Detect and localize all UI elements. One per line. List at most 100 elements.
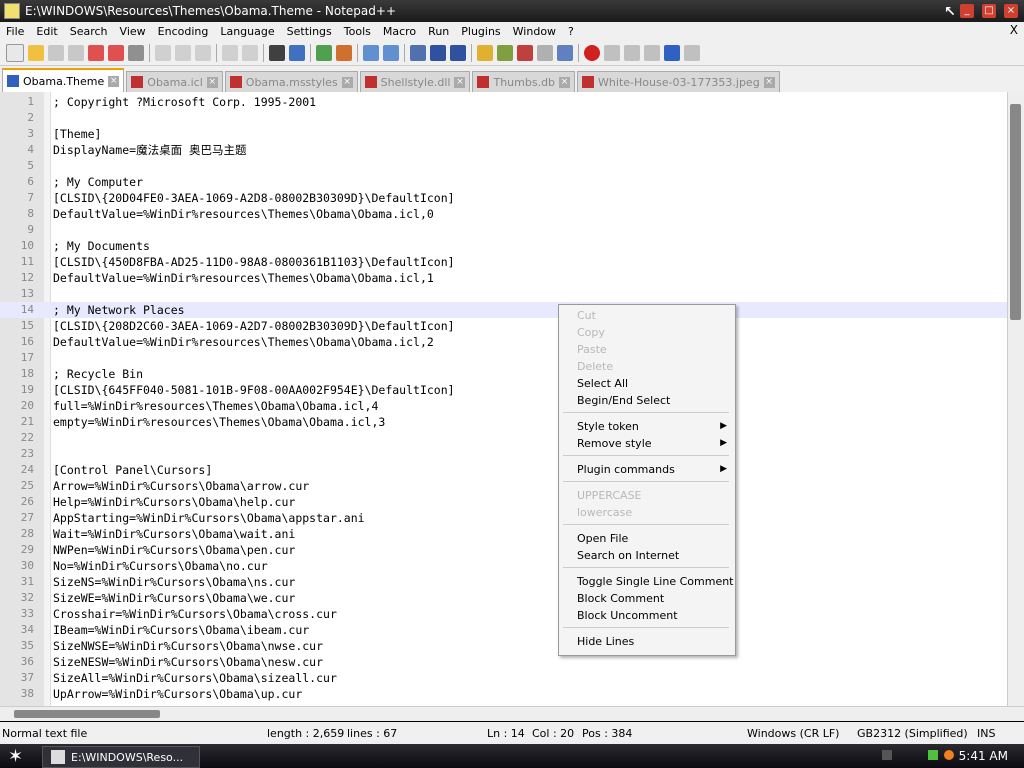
folder-workspace-icon[interactable] <box>537 44 553 61</box>
code-text[interactable]: [CLSID\{645FF040-5081-101B-9F08-00AA002F… <box>53 382 455 398</box>
menu-item-hide-lines[interactable]: Hide Lines <box>577 635 634 648</box>
code-line[interactable]: 3 [Theme] <box>0 126 1008 142</box>
editor-lines[interactable]: 1 ; Copyright ?Microsoft Corp. 1995-2001 2… <box>0 94 1008 702</box>
menu-view[interactable]: View <box>114 25 152 38</box>
code-line[interactable]: 2 <box>0 110 1008 126</box>
code-line[interactable]: 8 DefaultValue=%WinDir%resources\Themes\O… <box>0 206 1008 222</box>
code-text[interactable]: ; My Documents <box>53 238 150 254</box>
menu-window[interactable]: Window <box>507 25 562 38</box>
code-text[interactable]: [CLSID\{450D8FBA-AD25-11D0-98A8-0800361B… <box>53 254 455 270</box>
tab-close-icon[interactable]: × <box>206 76 218 88</box>
menu-run[interactable]: Run <box>422 25 455 38</box>
code-line[interactable]: 6 ; My Computer <box>0 174 1008 190</box>
doc-map-icon[interactable] <box>497 44 513 61</box>
code-line[interactable]: 25 Arrow=%WinDir%Cursors\Obama\arrow.cur <box>0 478 1008 494</box>
menu-file[interactable]: File <box>0 25 30 38</box>
code-line[interactable]: 35 SizeNWSE=%WinDir%Cursors\Obama\nwse.cu… <box>0 638 1008 654</box>
function-list-icon[interactable] <box>517 44 533 61</box>
print-icon[interactable] <box>128 44 144 61</box>
code-line[interactable]: 21 empty=%WinDir%resources\Themes\Obama\O… <box>0 414 1008 430</box>
start-icon[interactable]: ✶ <box>8 746 23 767</box>
code-line[interactable]: 18 ; Recycle Bin <box>0 366 1008 382</box>
code-text[interactable]: SizeWE=%WinDir%Cursors\Obama\we.cur <box>53 590 295 606</box>
undo-icon[interactable] <box>222 44 238 61</box>
save-macro-icon[interactable] <box>664 44 680 61</box>
code-line[interactable]: 11 [CLSID\{450D8FBA-AD25-11D0-98A8-080036… <box>0 254 1008 270</box>
code-text[interactable]: ; Recycle Bin <box>53 366 143 382</box>
horizontal-scroll-thumb[interactable] <box>14 710 160 718</box>
menu-settings[interactable]: Settings <box>281 25 338 38</box>
code-line[interactable]: 28 Wait=%WinDir%Cursors\Obama\wait.ani <box>0 526 1008 542</box>
run-macro-multiple-icon[interactable] <box>644 44 660 61</box>
stop-macro-icon[interactable] <box>604 44 620 61</box>
code-text[interactable]: SizeNS=%WinDir%Cursors\Obama\ns.cur <box>53 574 295 590</box>
code-line[interactable]: 34 IBeam=%WinDir%Cursors\Obama\ibeam.cur <box>0 622 1008 638</box>
code-text[interactable]: [CLSID\{208D2C60-3AEA-1069-A2D7-08002B30… <box>53 318 455 334</box>
tab-obama-theme[interactable]: Obama.Theme × <box>2 68 125 92</box>
code-text[interactable]: [Theme] <box>53 126 101 142</box>
record-macro-icon[interactable] <box>584 44 600 61</box>
code-line[interactable]: 22 <box>0 430 1008 446</box>
menu-tools[interactable]: Tools <box>338 25 377 38</box>
copy-icon[interactable] <box>175 44 191 61</box>
code-line[interactable]: 26 Help=%WinDir%Cursors\Obama\help.cur <box>0 494 1008 510</box>
code-text[interactable]: ; My Computer <box>53 174 143 190</box>
replace-icon[interactable] <box>289 44 305 61</box>
tab-white-house-jpeg[interactable]: White-House-03-177353.jpeg × <box>577 71 780 92</box>
menu-item-plugin-commands[interactable]: Plugin commands <box>577 463 675 476</box>
menu-item-block-comment[interactable]: Block Comment <box>577 592 664 605</box>
menu-item-style-token[interactable]: Style token <box>577 420 639 433</box>
code-text[interactable]: DefaultValue=%WinDir%resources\Themes\Ob… <box>53 206 434 222</box>
vertical-scrollbar[interactable] <box>1007 92 1024 706</box>
open-file-icon[interactable] <box>28 44 44 61</box>
redo-icon[interactable] <box>242 44 258 61</box>
code-line[interactable]: 10 ; My Documents <box>0 238 1008 254</box>
tab-close-icon[interactable]: × <box>559 76 571 88</box>
code-text[interactable]: SizeNWSE=%WinDir%Cursors\Obama\nwse.cur <box>53 638 323 654</box>
vertical-scroll-thumb[interactable] <box>1010 104 1021 320</box>
code-text[interactable]: full=%WinDir%resources\Themes\Obama\Obam… <box>53 398 378 414</box>
code-text[interactable]: UpArrow=%WinDir%Cursors\Obama\up.cur <box>53 686 302 702</box>
menu-item-remove-style[interactable]: Remove style <box>577 437 652 450</box>
code-line[interactable]: 20 full=%WinDir%resources\Themes\Obama\Ob… <box>0 398 1008 414</box>
menu-item-open-file[interactable]: Open File <box>577 532 628 545</box>
taskbar-button-notepadpp[interactable]: E:\WINDOWS\Reso... <box>42 746 200 768</box>
code-text[interactable]: ; Copyright ?Microsoft Corp. 1995-2001 <box>53 94 316 110</box>
status-encoding[interactable]: GB2312 (Simplified) <box>857 727 968 740</box>
code-line[interactable]: 16 DefaultValue=%WinDir%resources\Themes\… <box>0 334 1008 350</box>
sync-horizontal-icon[interactable] <box>383 44 399 61</box>
menu-language[interactable]: Language <box>214 25 280 38</box>
code-text[interactable]: [Control Panel\Cursors] <box>53 462 212 478</box>
code-text[interactable]: DefaultValue=%WinDir%resources\Themes\Ob… <box>53 270 434 286</box>
tab-thumbs-db[interactable]: Thumbs.db × <box>472 71 576 92</box>
menu-edit[interactable]: Edit <box>30 25 63 38</box>
code-line[interactable]: 30 No=%WinDir%Cursors\Obama\no.cur <box>0 558 1008 574</box>
tab-close-icon[interactable]: × <box>763 76 775 88</box>
play-macro-icon[interactable] <box>624 44 640 61</box>
menu-item-toggle-comment[interactable]: Toggle Single Line Comment <box>577 575 734 588</box>
code-line[interactable]: 7 [CLSID\{20D04FE0-3AEA-1069-A2D8-08002B3… <box>0 190 1008 206</box>
menu-plugins[interactable]: Plugins <box>455 25 506 38</box>
code-line[interactable]: 12 DefaultValue=%WinDir%resources\Themes\… <box>0 270 1008 286</box>
save-all-icon[interactable] <box>68 44 84 61</box>
code-line[interactable]: 17 <box>0 350 1008 366</box>
code-text[interactable]: AppStarting=%WinDir%Cursors\Obama\appsta… <box>53 510 365 526</box>
code-text[interactable]: ; My Network Places <box>53 302 185 318</box>
find-icon[interactable] <box>269 44 285 61</box>
code-text[interactable]: SizeAll=%WinDir%Cursors\Obama\sizeall.cu… <box>53 670 337 686</box>
code-line[interactable]: 37 SizeAll=%WinDir%Cursors\Obama\sizeall.… <box>0 670 1008 686</box>
menu-item-search-internet[interactable]: Search on Internet <box>577 549 679 562</box>
close-icon[interactable]: × <box>1004 4 1018 18</box>
code-line[interactable]: 27 AppStarting=%WinDir%Cursors\Obama\apps… <box>0 510 1008 526</box>
cut-icon[interactable] <box>155 44 171 61</box>
code-line[interactable]: 23 <box>0 446 1008 462</box>
paste-icon[interactable] <box>195 44 211 61</box>
status-eol[interactable]: Windows (CR LF) <box>747 727 839 740</box>
close-file-icon[interactable] <box>88 44 104 61</box>
code-text[interactable]: DisplayName=魔法桌面 奥巴马主题 <box>53 142 247 158</box>
code-text[interactable]: Arrow=%WinDir%Cursors\Obama\arrow.cur <box>53 478 309 494</box>
code-line[interactable]: 33 Crosshair=%WinDir%Cursors\Obama\cross.… <box>0 606 1008 622</box>
code-line[interactable]: 19 [CLSID\{645FF040-5081-101B-9F08-00AA00… <box>0 382 1008 398</box>
tab-close-icon[interactable]: × <box>454 76 466 88</box>
code-line[interactable]: 5 <box>0 158 1008 174</box>
